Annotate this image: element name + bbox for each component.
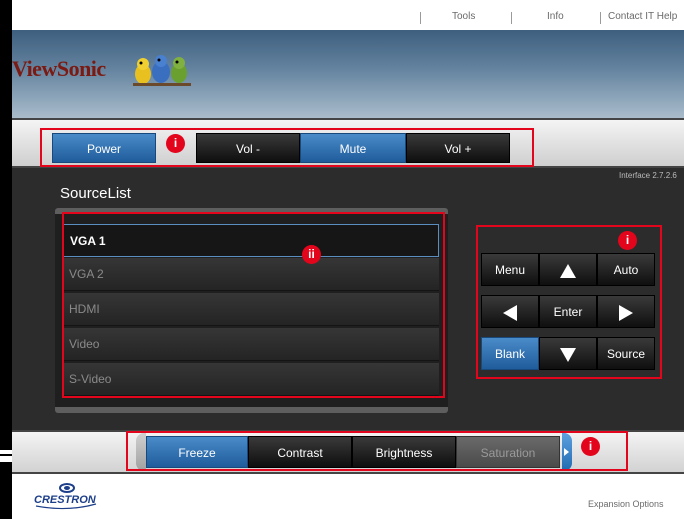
annotation-box-remote bbox=[476, 225, 662, 379]
annotation-badge-i: i bbox=[581, 437, 600, 456]
annotation-badge-i: i bbox=[618, 231, 637, 250]
annotation-box-controls bbox=[40, 128, 534, 167]
annotation-badge-ii: ii bbox=[302, 245, 321, 264]
crestron-wordmark: CRESTRON bbox=[34, 494, 97, 506]
info-link[interactable]: Info bbox=[547, 11, 564, 22]
tools-link[interactable]: Tools bbox=[452, 11, 475, 22]
frame-edge bbox=[0, 0, 12, 450]
frame-edge-lower bbox=[0, 462, 12, 519]
nav-separator bbox=[511, 12, 512, 24]
top-nav bbox=[12, 0, 684, 30]
banner bbox=[12, 30, 684, 118]
nav-separator bbox=[420, 12, 421, 24]
annotation-box-sourcelist bbox=[62, 212, 445, 398]
annotation-badge-i: i bbox=[166, 134, 185, 153]
birds-logo-icon bbox=[133, 55, 191, 86]
contact-it-help-link[interactable]: Contact IT Help bbox=[608, 11, 677, 22]
annotation-box-adjust bbox=[126, 431, 628, 471]
footer bbox=[12, 474, 684, 519]
crestron-logo-icon: CRESTRON bbox=[34, 483, 97, 510]
source-list-title: SourceList bbox=[60, 185, 131, 202]
nav-separator bbox=[600, 12, 601, 24]
interface-version: Interface 2.7.2.6 bbox=[619, 171, 677, 180]
expansion-options-link[interactable]: Expansion Options bbox=[588, 499, 664, 509]
viewsonic-logo: ViewSonic bbox=[12, 56, 106, 81]
